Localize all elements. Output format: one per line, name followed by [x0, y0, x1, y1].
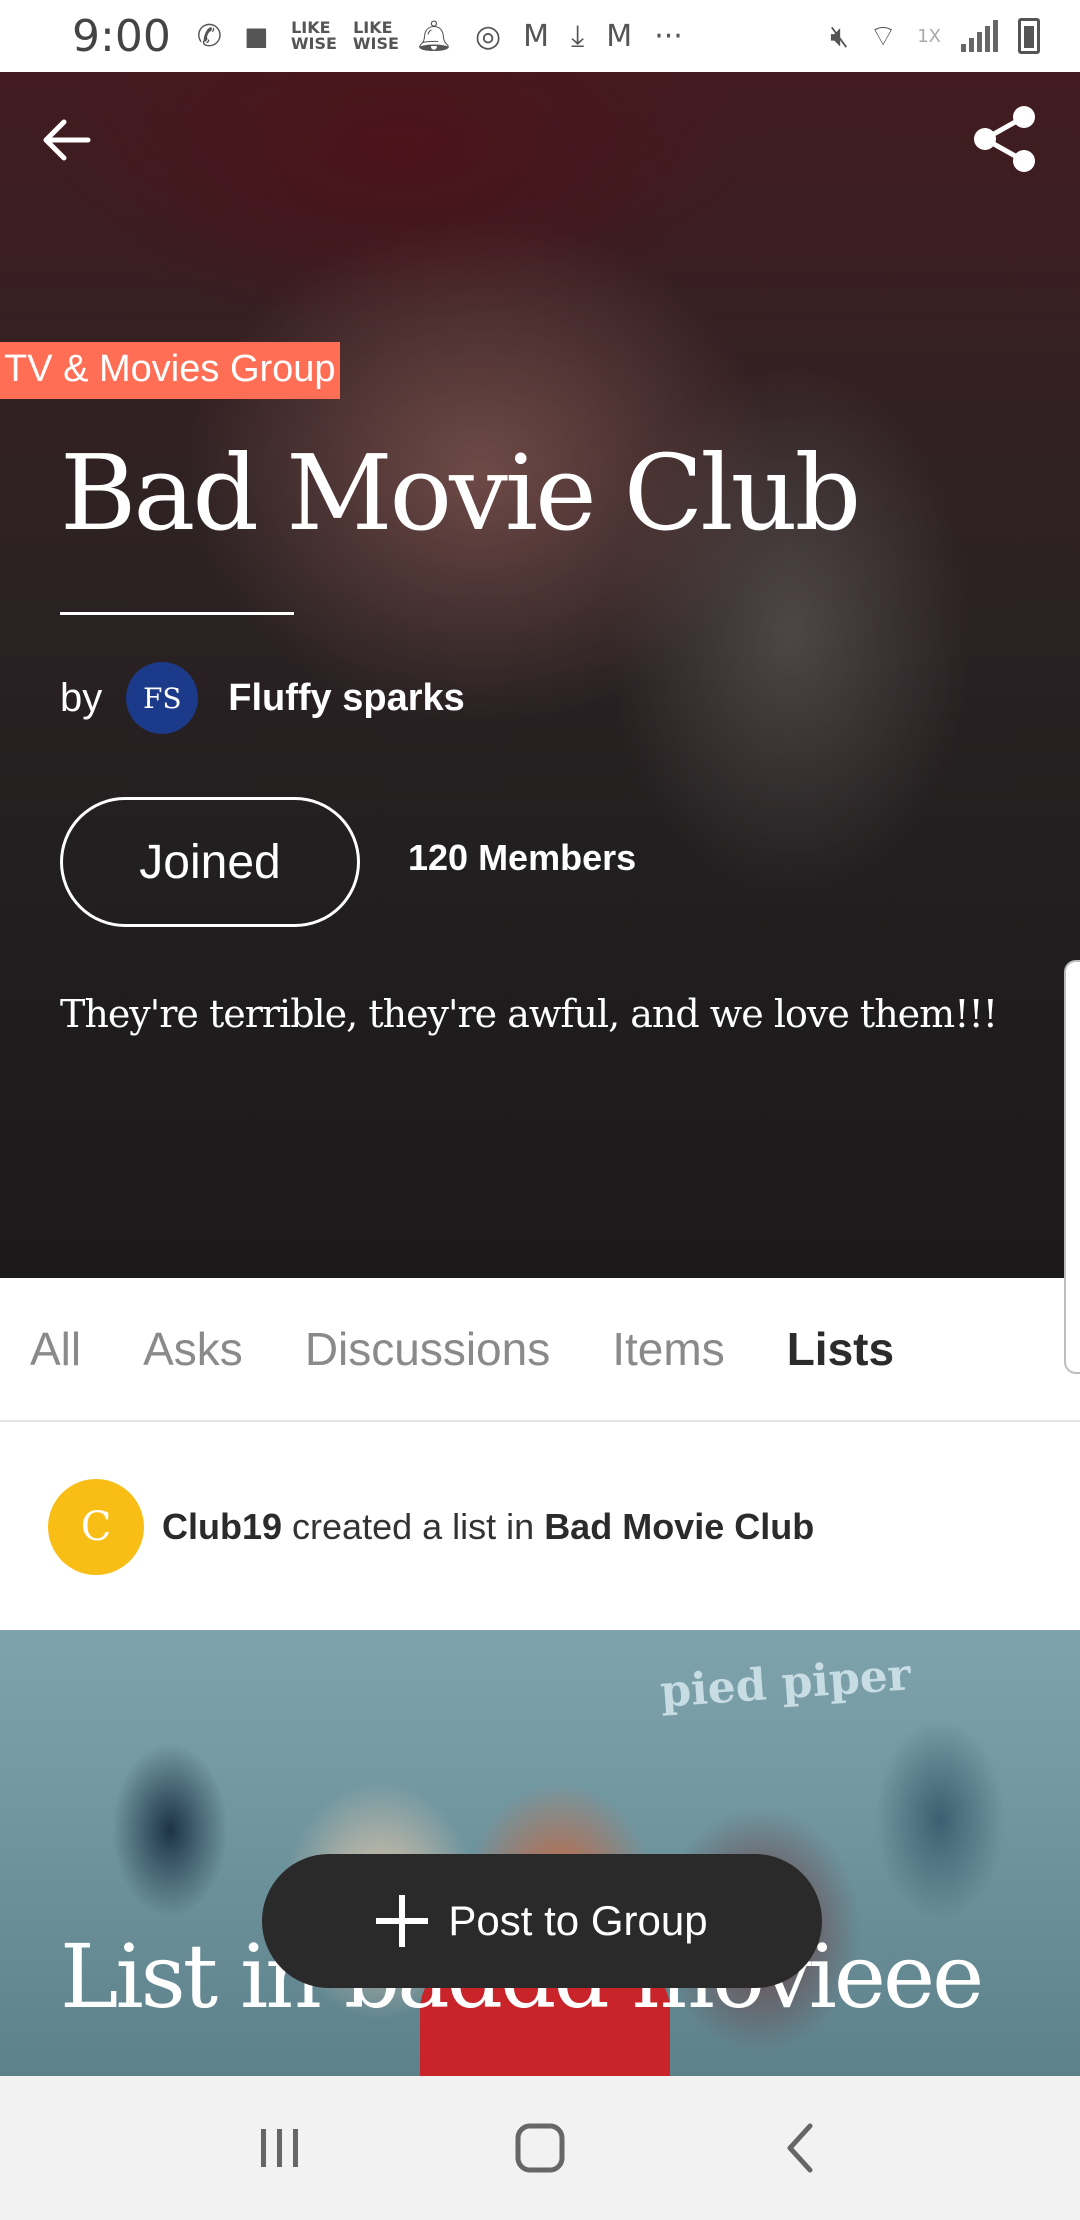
system-icons: 🔇︎ ⌔ 1X: [830, 17, 1040, 55]
feed-action: created a list in: [292, 1506, 535, 1547]
status-time: 9:00: [72, 10, 171, 62]
feed-tabs: All Asks Discussions Items Lists: [0, 1278, 1080, 1422]
tab-items[interactable]: Items: [612, 1322, 724, 1376]
group-category-tag[interactable]: TV & Movies Group: [0, 342, 340, 399]
like-wise-icon: LIKE WISE: [352, 18, 399, 53]
plus-icon: [376, 1895, 429, 1947]
tab-discussions[interactable]: Discussions: [305, 1322, 550, 1376]
tab-all[interactable]: All: [30, 1322, 81, 1376]
list-card[interactable]: pied piper List in baddd movieee: [0, 1630, 1080, 2076]
group-owner[interactable]: by FS Fluffy sparks: [60, 662, 465, 734]
signal-icon: [961, 20, 998, 52]
more-icon: ···: [654, 18, 683, 54]
arrow-left-icon: [43, 119, 91, 161]
feed-item-header[interactable]: C Club19 created a list in Bad Movie Clu…: [0, 1424, 1080, 1630]
back-button[interactable]: [38, 112, 94, 168]
bag-icon: ◼: [243, 18, 269, 54]
wifi-call-icon: ✆: [196, 18, 222, 54]
by-label: by: [60, 675, 103, 720]
mute-icon: 🔇︎: [830, 18, 849, 54]
battery-icon: [1018, 18, 1040, 54]
like-wise-icon: LIKE WISE: [290, 18, 337, 53]
share-icon: [974, 106, 1035, 172]
group-hero: TV & Movies Group Bad Movie Club by FS F…: [0, 72, 1080, 1278]
feed-activity-text: Club19 created a list in Bad Movie Club: [162, 1506, 814, 1548]
tab-asks[interactable]: Asks: [143, 1322, 243, 1376]
post-to-group-label: Post to Group: [448, 1897, 708, 1944]
home-button[interactable]: [500, 2108, 580, 2188]
owner-avatar[interactable]: FS: [126, 662, 199, 734]
joined-button[interactable]: Joined: [60, 797, 360, 927]
edge-panel-handle[interactable]: [1064, 960, 1080, 1374]
home-icon: [515, 2123, 565, 2173]
gmail-icon: M: [523, 18, 550, 54]
tab-lists[interactable]: Lists: [787, 1322, 894, 1376]
group-description: They're terrible, they're awful, and we …: [60, 992, 998, 1036]
member-count[interactable]: 120 Members: [408, 837, 636, 879]
status-bar: 9:00 ✆ ◼ LIKE WISE LIKE WISE 🔔︎ ◎ M ⤓ M …: [0, 0, 1080, 72]
group-title: Bad Movie Club: [60, 432, 861, 554]
back-nav-button[interactable]: [760, 2108, 840, 2188]
owner-name[interactable]: Fluffy sparks: [228, 677, 465, 720]
gmail-icon: M: [606, 18, 633, 54]
recent-apps-button[interactable]: [240, 2108, 320, 2188]
avatar[interactable]: C: [48, 1479, 144, 1575]
card-image-brand: pied piper: [658, 1649, 913, 1718]
bell-icon: 🔔︎: [414, 18, 453, 54]
share-button[interactable]: [972, 104, 1038, 174]
chevron-left-icon: [787, 2123, 813, 2173]
notification-icons: ✆ ◼ LIKE WISE LIKE WISE 🔔︎ ◎ M ⤓ M ···: [197, 19, 683, 54]
recent-apps-icon: [261, 2129, 298, 2167]
post-to-group-button[interactable]: Post to Group: [262, 1854, 822, 1988]
speed-indicator: 1X: [917, 25, 941, 47]
system-nav-bar: [0, 2076, 1080, 2220]
feed-group[interactable]: Bad Movie Club: [544, 1506, 814, 1547]
download-icon: ⤓: [571, 18, 585, 54]
sync-icon: ◎: [474, 18, 502, 54]
title-divider: [60, 612, 294, 615]
wifi-icon: ⌔: [869, 19, 898, 54]
feed-user[interactable]: Club19: [162, 1506, 282, 1547]
